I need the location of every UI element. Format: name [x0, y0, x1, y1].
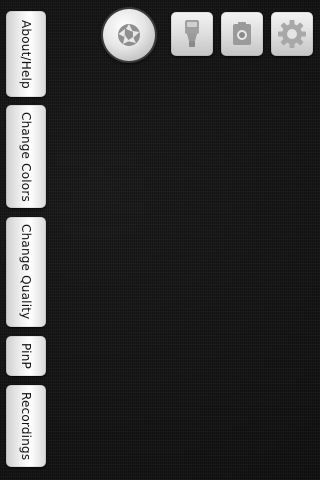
aperture-icon	[118, 24, 140, 46]
pinp-label: PinP	[19, 343, 33, 369]
camera-button[interactable]	[221, 12, 263, 56]
recordings-label: Recordings	[19, 391, 33, 461]
flashlight-button[interactable]	[171, 12, 213, 56]
recordings-button[interactable]: Recordings	[6, 385, 46, 467]
settings-button[interactable]	[271, 12, 313, 56]
about-help-label: About/Help	[19, 19, 33, 89]
change-colors-button[interactable]: Change Colors	[6, 105, 46, 208]
pinp-button[interactable]: PinP	[6, 336, 46, 376]
flashlight-icon	[185, 20, 199, 47]
about-help-button[interactable]: About/Help	[6, 11, 46, 97]
change-quality-label: Change Quality	[19, 224, 33, 320]
camera-icon	[233, 22, 251, 45]
gear-icon	[278, 20, 306, 48]
shutter-button[interactable]	[103, 9, 155, 61]
change-quality-button[interactable]: Change Quality	[6, 217, 46, 327]
change-colors-label: Change Colors	[19, 111, 33, 202]
